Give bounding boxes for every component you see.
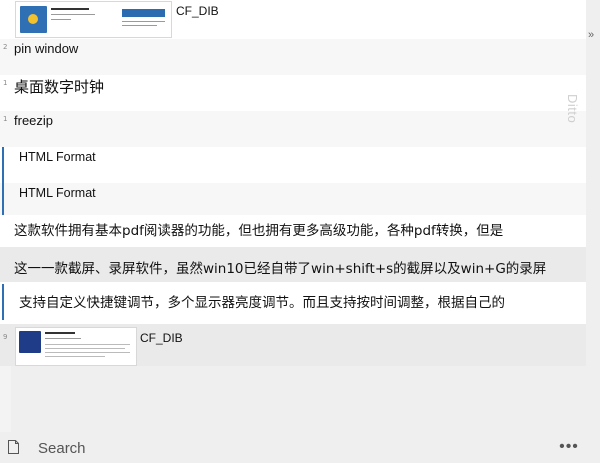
- clip-text: 这一一款截屏、录屏软件，虽然win10已经自带了win+shift+s的截屏以及…: [14, 261, 547, 277]
- clip-item-html[interactable]: HTML Format: [0, 183, 586, 215]
- app-name-label: Ditto: [565, 94, 580, 124]
- thumb-download-button: [122, 9, 165, 17]
- html-marker: [2, 183, 4, 215]
- clip-item-image[interactable]: CF_DIB: [0, 0, 586, 39]
- thumb-text-line: [51, 14, 95, 15]
- thumb-text-line: [122, 25, 157, 26]
- html-marker: [2, 147, 4, 183]
- thumb-text-line: [51, 19, 71, 20]
- thumb-text-line: [45, 344, 130, 345]
- pin-icon: [28, 14, 38, 24]
- clip-index: 9: [3, 333, 8, 341]
- clip-index: 1: [3, 79, 8, 87]
- clip-format-label: CF_DIB: [176, 4, 219, 18]
- clip-text: HTML Format: [19, 150, 96, 164]
- clip-text: 支持自定义快捷键调节，多个显示器亮度调节。而且支持按时间调整，根据自己的: [19, 295, 505, 311]
- thumb-text-line: [45, 356, 105, 357]
- ditto-logo-icon: [19, 331, 41, 353]
- search-bar: •••: [0, 432, 600, 463]
- thumb-text-line: [45, 348, 125, 349]
- search-input[interactable]: [38, 439, 518, 457]
- collapse-chevron-icon[interactable]: »: [588, 30, 594, 41]
- clip-text: pin window: [14, 41, 79, 56]
- clip-item-text[interactable]: 1 freezip: [0, 111, 586, 147]
- ditto-clipboard-window: CF_DIB 2 pin window 1 桌面数字时钟 1 freezip H…: [0, 0, 600, 463]
- clip-item-image[interactable]: 9 CF_DIB: [0, 324, 586, 366]
- clip-text: 桌面数字时钟: [14, 78, 105, 96]
- clip-text: 这款软件拥有基本pdf阅读器的功能，但也拥有更多高级功能，各种pdf转换，但是: [14, 223, 504, 239]
- thumb-text-line: [45, 338, 81, 339]
- new-clip-icon[interactable]: [8, 440, 19, 454]
- clip-item-text[interactable]: 这一一款截屏、录屏软件，虽然win10已经自带了win+shift+s的截屏以及…: [0, 247, 586, 282]
- clip-list: CF_DIB 2 pin window 1 桌面数字时钟 1 freezip H…: [0, 0, 586, 432]
- clip-item-text[interactable]: 2 pin window: [0, 39, 586, 75]
- clip-thumbnail: [15, 327, 137, 366]
- clip-item-text[interactable]: 1 桌面数字时钟: [0, 75, 586, 111]
- thumb-text-line: [122, 21, 165, 22]
- right-side-strip: [586, 0, 600, 432]
- clip-text: HTML Format: [19, 186, 96, 200]
- more-options-button[interactable]: •••: [556, 438, 582, 456]
- clip-item-html[interactable]: 支持自定义快捷键调节，多个显示器亮度调节。而且支持按时间调整，根据自己的: [0, 282, 586, 324]
- clip-index: 1: [3, 115, 8, 123]
- thumb-title-line: [51, 8, 89, 10]
- thumb-text-line: [45, 352, 130, 353]
- thumb-title-line: [45, 332, 75, 334]
- clip-index: 2: [3, 43, 8, 51]
- clip-item-html[interactable]: HTML Format: [0, 147, 586, 183]
- clip-text: freezip: [14, 113, 54, 128]
- clip-item-text[interactable]: 这款软件拥有基本pdf阅读器的功能，但也拥有更多高级功能，各种pdf转换，但是: [0, 215, 586, 247]
- clip-format-label: CF_DIB: [140, 331, 183, 345]
- html-marker: [2, 284, 4, 320]
- clip-thumbnail: [15, 1, 172, 38]
